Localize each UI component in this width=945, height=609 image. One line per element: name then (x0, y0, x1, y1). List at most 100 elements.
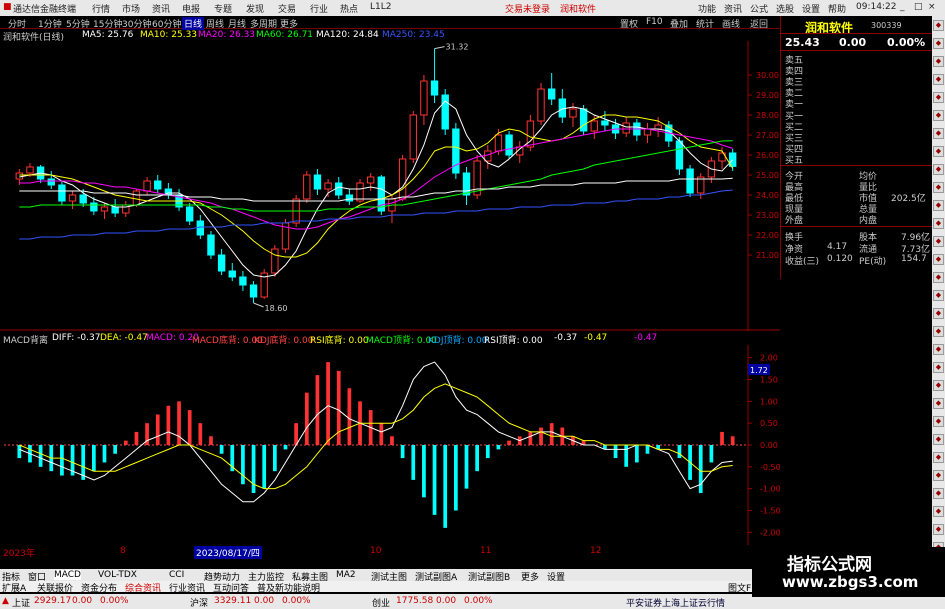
menu-info[interactable]: 资讯 (724, 2, 742, 15)
menu-trade[interactable]: 交易 (278, 2, 296, 15)
toolbar-button[interactable]: 置权 (620, 17, 638, 30)
side-tool-icon[interactable]: ◆ (933, 362, 944, 373)
maximize-button[interactable]: □ (914, 2, 923, 12)
candle[interactable] (547, 73, 556, 105)
side-tool-icon[interactable]: ◆ (933, 236, 944, 247)
extension-tab[interactable]: 扩展A (2, 581, 26, 594)
candle[interactable] (281, 219, 290, 253)
candle[interactable] (68, 191, 77, 209)
indicator-tab[interactable]: MA2 (336, 570, 356, 580)
candle[interactable] (175, 189, 183, 211)
candle[interactable] (58, 181, 66, 205)
side-tool-icon[interactable]: ◆ (933, 200, 944, 211)
menu-news[interactable]: 资讯 (152, 2, 170, 15)
extension-tab[interactable]: 关联报价 (37, 581, 73, 594)
menu-topic[interactable]: 专题 (214, 2, 232, 15)
candle[interactable] (537, 83, 545, 125)
candle[interactable] (420, 75, 428, 125)
menu-formula[interactable]: 公式 (750, 2, 768, 15)
menu-hot[interactable]: 热点 (340, 2, 358, 15)
minimize-button[interactable]: _ (900, 2, 905, 12)
period-tab-active[interactable]: 日线 (182, 17, 205, 30)
toolbar-button[interactable]: 返回 (750, 17, 768, 30)
candle[interactable] (249, 281, 258, 303)
indicator-tab[interactable]: VOL-TDX (98, 570, 137, 580)
period-tab[interactable]: 多周期 (250, 17, 277, 30)
side-tool-icon[interactable]: ◆ (933, 128, 944, 139)
candle[interactable] (143, 177, 151, 195)
candle[interactable] (313, 169, 322, 195)
candle[interactable] (633, 119, 641, 141)
indicator-tab[interactable]: CCI (169, 570, 184, 580)
side-tool-icon[interactable]: ◆ (933, 470, 944, 481)
candle[interactable] (505, 131, 513, 159)
menu-industry[interactable]: 行业 (310, 2, 328, 15)
side-tool-icon[interactable]: ◆ (933, 38, 944, 49)
side-tool-icon[interactable]: ◆ (933, 254, 944, 265)
close-button[interactable]: × (928, 2, 936, 12)
candle[interactable] (345, 189, 354, 205)
side-tool-icon[interactable]: ◆ (933, 20, 944, 31)
candle[interactable] (260, 269, 268, 299)
side-tool-icon[interactable]: ◆ (933, 218, 944, 229)
side-tool-icon[interactable]: ◆ (933, 164, 944, 175)
side-tool-icon[interactable]: ◆ (933, 506, 944, 517)
candle[interactable] (409, 111, 417, 163)
toolbar-button[interactable]: 画线 (722, 17, 740, 30)
candle[interactable] (122, 201, 130, 217)
side-tool-icon[interactable]: ◆ (933, 290, 944, 301)
candle[interactable] (516, 141, 524, 163)
menu-settings[interactable]: 设置 (802, 2, 820, 15)
candle[interactable] (654, 117, 662, 137)
candle[interactable] (462, 167, 471, 205)
side-tool-icon[interactable]: ◆ (933, 524, 944, 535)
menu-quote[interactable]: 行情 (92, 2, 110, 15)
candle[interactable] (207, 231, 215, 259)
toolbar-button[interactable]: F10 (646, 17, 663, 27)
candle[interactable] (686, 165, 694, 197)
side-tool-icon[interactable]: ◆ (933, 398, 944, 409)
menu-help[interactable]: 帮助 (828, 2, 846, 15)
extension-tab[interactable]: 资金分布 (81, 581, 117, 594)
indicator-tab[interactable]: MACD (54, 570, 81, 580)
candle[interactable] (558, 89, 567, 123)
candlestick-chart[interactable]: 21.00 22.00 23.00 24.00 25.00 26.00 27.00 28.00… (0, 41, 780, 331)
side-tool-icon[interactable]: ◆ (933, 452, 944, 463)
period-tab[interactable]: 月线 (228, 17, 246, 30)
side-tool-icon[interactable]: ◆ (933, 344, 944, 355)
macd-chart[interactable]: -2.00 -1.50 -1.00 -0.50 0.00 0.50 1.00 1.50 2.00… (0, 345, 780, 545)
menu-discover[interactable]: 发现 (246, 2, 264, 15)
extension-tab[interactable]: 行业资讯 (169, 581, 205, 594)
candle[interactable] (473, 155, 481, 199)
candle[interactable] (228, 263, 236, 281)
candle[interactable] (430, 48, 439, 103)
period-tab[interactable]: 周线 (206, 17, 224, 30)
period-tab[interactable]: 30分钟 (122, 17, 151, 30)
extension-tab[interactable]: 普及新功能说明 (257, 581, 320, 594)
menu-l1l2[interactable]: L1L2 (370, 2, 391, 12)
extension-tab[interactable]: 互动问答 (213, 581, 249, 594)
side-tool-icon[interactable]: ◆ (933, 308, 944, 319)
side-tool-icon[interactable]: ◆ (933, 380, 944, 391)
candle[interactable] (324, 179, 332, 197)
candle[interactable] (366, 173, 375, 191)
period-tab[interactable]: 60分钟 (152, 17, 181, 30)
side-tool-icon[interactable]: ◆ (933, 92, 944, 103)
candle[interactable] (441, 89, 449, 135)
index-name[interactable]: 创业 (372, 596, 390, 609)
candle[interactable] (185, 203, 194, 225)
candle[interactable] (643, 123, 652, 143)
candle[interactable] (484, 145, 492, 169)
candle[interactable] (164, 183, 173, 199)
side-tool-icon[interactable]: ◆ (933, 182, 944, 193)
candle[interactable] (239, 271, 247, 291)
candle[interactable] (111, 199, 119, 217)
period-tab[interactable]: 分时 (8, 17, 26, 30)
candle[interactable] (452, 123, 460, 179)
side-tool-icon[interactable]: ◆ (933, 146, 944, 157)
period-tab[interactable]: 1分钟 (38, 17, 62, 30)
period-tab[interactable]: 15分钟 (93, 17, 122, 30)
side-tool-icon[interactable]: ◆ (933, 110, 944, 121)
candle[interactable] (675, 137, 684, 175)
candle[interactable] (154, 175, 162, 193)
